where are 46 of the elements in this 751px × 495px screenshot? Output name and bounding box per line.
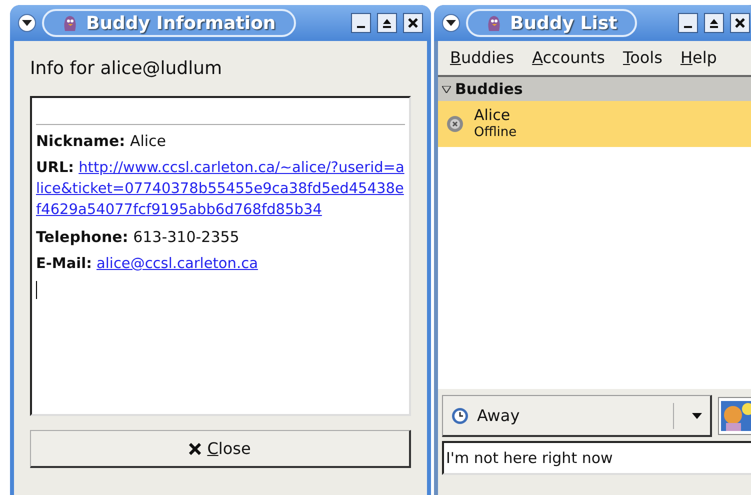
field-value: 613-310-2355 xyxy=(133,228,240,246)
buddy-status: Offline xyxy=(474,124,517,142)
offline-icon xyxy=(446,115,464,133)
status-message-field[interactable]: I'm not here right now xyxy=(442,441,751,475)
penguin-icon xyxy=(486,14,502,32)
menu-item[interactable]: Accounts xyxy=(532,46,606,70)
buddy-row[interactable]: Alice Offline xyxy=(438,101,751,147)
maximize-button[interactable] xyxy=(704,13,724,33)
close-button[interactable] xyxy=(403,13,423,33)
clock-icon xyxy=(451,406,469,424)
minimize-button[interactable] xyxy=(678,13,698,33)
close-icon xyxy=(735,18,745,28)
window-title: Buddy List xyxy=(510,12,618,36)
caret-icon xyxy=(22,20,32,26)
close-icon xyxy=(189,442,202,454)
caret-icon xyxy=(446,20,456,26)
expander-icon xyxy=(442,86,451,92)
field-label: Telephone: xyxy=(36,228,128,246)
maximize-button[interactable] xyxy=(377,13,397,33)
close-button[interactable] xyxy=(730,13,750,33)
link-line[interactable]: E-Mail: alice@ccsl.carleton.ca xyxy=(36,254,405,275)
eject-icon xyxy=(382,18,392,28)
buddy-icon-button[interactable] xyxy=(718,397,751,435)
status-selector[interactable]: Away xyxy=(442,395,712,437)
close-button[interactable]: Close xyxy=(30,430,411,468)
menu-item[interactable]: Buddies xyxy=(450,46,514,70)
info-heading: Info for alice@ludlum xyxy=(30,57,224,81)
close-icon xyxy=(408,18,418,28)
buddy-picture-icon xyxy=(721,401,751,431)
eject-icon xyxy=(709,18,719,28)
window-menu-button[interactable] xyxy=(18,14,36,32)
minimize-button[interactable] xyxy=(351,13,371,33)
link-line[interactable]: URL: http://www.ccsl.carleton.ca/~alice/?userid=alice&ticket=07740378b55455e9ca38fd5ed45438ef4629a54077fcf9195abb6d768fd85b34 xyxy=(36,158,405,221)
window-title: Buddy Information xyxy=(86,12,276,36)
minimize-icon xyxy=(357,26,365,28)
menu-item[interactable]: Help xyxy=(680,46,717,70)
penguin-icon xyxy=(62,14,78,32)
window-menu-button[interactable] xyxy=(442,14,460,32)
group-header[interactable]: Buddies xyxy=(438,77,751,101)
buddy-name: Alice xyxy=(474,106,512,124)
field-label: Nickname: xyxy=(36,132,126,150)
text-cursor xyxy=(36,281,37,299)
field-value: Alice xyxy=(130,132,166,150)
menu-item[interactable]: Tools xyxy=(623,46,662,70)
minimize-icon xyxy=(684,26,692,28)
dropdown-caret-icon xyxy=(692,412,702,418)
